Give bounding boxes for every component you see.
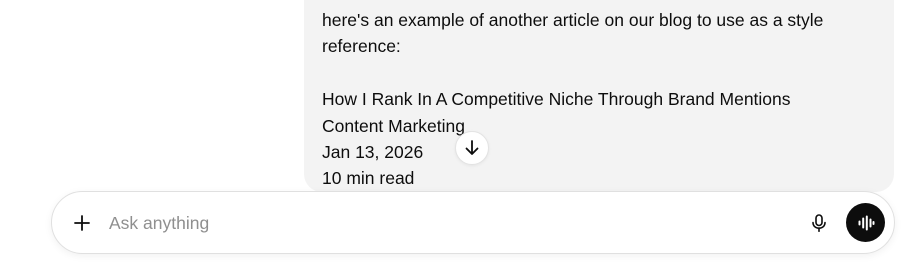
article-title: How I Rank In A Competitive Niche Throug… [322, 89, 791, 110]
add-attachment-button[interactable] [68, 209, 96, 237]
article-date: Jan 13, 2026 [322, 142, 424, 163]
user-message-text: here's an example of another article on … [322, 7, 862, 192]
article-category: Content Marketing [322, 115, 465, 136]
chat-page: here's an example of another article on … [0, 0, 916, 266]
article-read-time: 10 min read [322, 168, 415, 189]
plus-icon [74, 215, 90, 231]
arrow-down-icon [465, 140, 479, 155]
voice-mode-button[interactable] [846, 203, 885, 242]
ask-input[interactable] [109, 207, 669, 239]
scroll-to-bottom-button[interactable] [455, 131, 489, 165]
voice-wave-icon [858, 215, 874, 230]
message-composer [51, 191, 895, 254]
dictate-button[interactable] [805, 209, 833, 237]
message-line: here's an example of another article on … [322, 10, 824, 30]
microphone-icon [812, 214, 826, 232]
message-line: reference: [322, 36, 401, 57]
